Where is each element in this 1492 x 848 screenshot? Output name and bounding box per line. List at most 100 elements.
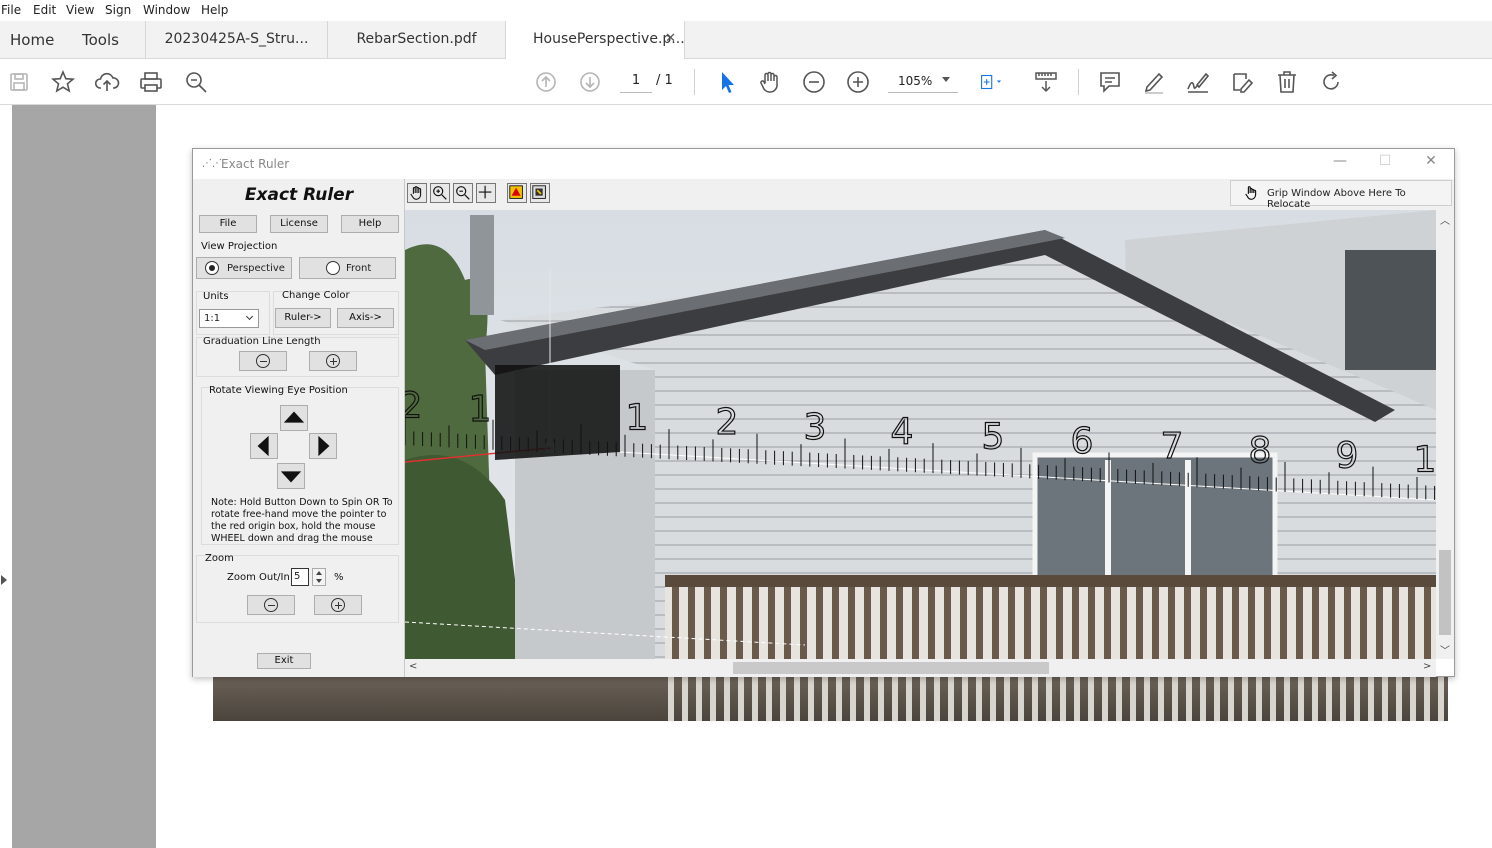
zoom-field-label: Zoom Out/In (227, 572, 290, 583)
export-tool-icon[interactable] (530, 183, 550, 203)
scroll-right-icon[interactable]: > (1423, 661, 1431, 672)
hand-icon[interactable] (757, 69, 783, 95)
help-button[interactable]: Help (341, 215, 399, 233)
fence-picket (920, 677, 926, 721)
fence-picket (696, 677, 702, 721)
page-number-input[interactable]: 1 (620, 71, 652, 93)
minus-circle-icon[interactable] (801, 69, 827, 95)
fence-picket (1116, 677, 1122, 721)
nav-home[interactable]: Home (10, 31, 54, 49)
perspective-radio[interactable]: Perspective (196, 257, 292, 279)
rotate-left-button[interactable] (250, 433, 278, 459)
tab-document-2[interactable]: RebarSection.pdf (327, 21, 505, 59)
fence-picket (682, 677, 688, 721)
pen-icon[interactable] (1141, 69, 1167, 95)
fence-picket (780, 677, 786, 721)
zoom-percent-input[interactable]: 5 (291, 568, 309, 586)
fence-rail (665, 575, 1436, 587)
nav-tools[interactable]: Tools (82, 31, 119, 49)
zoom-out-button[interactable] (247, 595, 295, 615)
graduation-increase-button[interactable] (309, 351, 357, 371)
zoom-level-select[interactable]: 105% (888, 71, 958, 93)
menu-sign[interactable]: Sign (105, 3, 131, 17)
zoom-stepper[interactable] (312, 568, 326, 586)
close-window-icon[interactable]: ✕ (1421, 153, 1441, 173)
tab-label: HousePerspective.p... (533, 31, 685, 47)
file-button[interactable]: File (199, 215, 257, 233)
edit-icon[interactable] (1229, 69, 1255, 95)
fence-picket (1256, 677, 1262, 721)
fence-picket (1354, 677, 1360, 721)
plus-icon (326, 354, 340, 368)
units-select[interactable]: 1:1 (199, 309, 259, 328)
menu-edit[interactable]: Edit (33, 3, 56, 17)
fence-picket (1130, 677, 1136, 721)
menu-window[interactable]: Window (143, 3, 190, 17)
plus-circle-icon[interactable] (845, 69, 871, 95)
rotate-down-button[interactable] (277, 463, 305, 489)
fence-picket (1032, 677, 1038, 721)
scroll-left-icon[interactable]: < (409, 661, 417, 672)
exit-button[interactable]: Exit (257, 653, 311, 669)
fit-page-icon[interactable] (978, 69, 1014, 95)
zoom-level-value: 105% (898, 74, 933, 88)
page-total: / 1 (656, 73, 673, 88)
close-icon[interactable]: ✕ (665, 31, 676, 46)
menu-view[interactable]: View (66, 3, 94, 17)
ruler-viewport[interactable]: 2 1 1 2 3 4 5 6 7 8 9 1 (405, 210, 1436, 659)
pan-hand-icon[interactable] (407, 183, 427, 203)
fence-picket (1200, 677, 1206, 721)
tab-document-1[interactable]: 20230425A-S_Stru... (145, 21, 327, 59)
rotate-up-button[interactable] (280, 405, 308, 431)
menu-help[interactable]: Help (201, 3, 228, 17)
scroll-mode-icon[interactable] (1033, 69, 1059, 95)
window-titlebar[interactable]: ⋰⋰ Exact Ruler — ☐ ✕ (193, 149, 1454, 179)
zoom-out-tool-icon[interactable] (453, 183, 473, 203)
comment-icon[interactable] (1097, 69, 1123, 95)
arrow-up-circle-icon[interactable] (533, 69, 559, 95)
scroll-down-icon[interactable]: ﹀ (1440, 642, 1450, 657)
zoom-search-icon[interactable] (183, 69, 209, 95)
printer-icon[interactable] (138, 69, 164, 95)
vertical-scroll-thumb[interactable] (1439, 550, 1451, 635)
fence-picket (1158, 677, 1164, 721)
fence-picket (1298, 677, 1304, 721)
capture-tool-icon[interactable] (507, 183, 527, 203)
ruler-dense-graduations (495, 365, 620, 460)
front-radio[interactable]: Front (299, 257, 396, 279)
exact-ruler-window: ⋰⋰ Exact Ruler — ☐ ✕ Exact Ruler File Li… (192, 148, 1455, 677)
horizontal-scroll-thumb[interactable] (733, 662, 1049, 674)
document-background (12, 105, 156, 848)
zoom-in-button[interactable] (314, 595, 362, 615)
save-icon[interactable] (6, 69, 32, 95)
house-photo-with-ruler[interactable]: 2 1 1 2 3 4 5 6 7 8 9 1 (405, 210, 1436, 659)
sign-icon[interactable] (1185, 69, 1211, 95)
license-button[interactable]: License (270, 215, 328, 233)
crosshair-tool-icon[interactable] (476, 183, 496, 203)
grip-relocate-handle[interactable]: Grip Window Above Here To Relocate (1230, 180, 1452, 210)
menu-file[interactable]: File (1, 3, 21, 17)
horizontal-scrollbar[interactable]: < > (405, 659, 1436, 677)
axis-color-button[interactable]: Axis-> (337, 308, 394, 328)
minimize-icon[interactable]: — (1330, 153, 1350, 173)
rotate-icon[interactable] (1318, 69, 1344, 95)
ruler-number: 2 (405, 385, 422, 426)
zoom-in-tool-icon[interactable] (430, 183, 450, 203)
scroll-up-icon[interactable]: ︿ (1440, 212, 1450, 227)
rotate-right-button[interactable] (309, 433, 337, 459)
arrow-down-circle-icon[interactable] (577, 69, 603, 95)
minus-icon (264, 598, 278, 612)
cursor-arrow-icon[interactable] (714, 69, 740, 95)
view-projection-label: View Projection (201, 241, 278, 252)
maximize-icon[interactable]: ☐ (1375, 153, 1395, 173)
expand-pane-icon[interactable] (1, 575, 7, 585)
upload-cloud-icon[interactable] (94, 69, 120, 95)
ruler-color-button[interactable]: Ruler-> (275, 308, 331, 328)
graduation-decrease-button[interactable] (239, 351, 287, 371)
trash-icon[interactable] (1274, 69, 1300, 95)
fence-picket (1368, 677, 1374, 721)
star-icon[interactable] (50, 69, 76, 95)
fence-picket (1186, 677, 1192, 721)
vertical-scrollbar[interactable]: ︿ ﹀ (1436, 210, 1454, 659)
tab-document-3[interactable]: HousePerspective.p... ✕ (505, 21, 685, 60)
